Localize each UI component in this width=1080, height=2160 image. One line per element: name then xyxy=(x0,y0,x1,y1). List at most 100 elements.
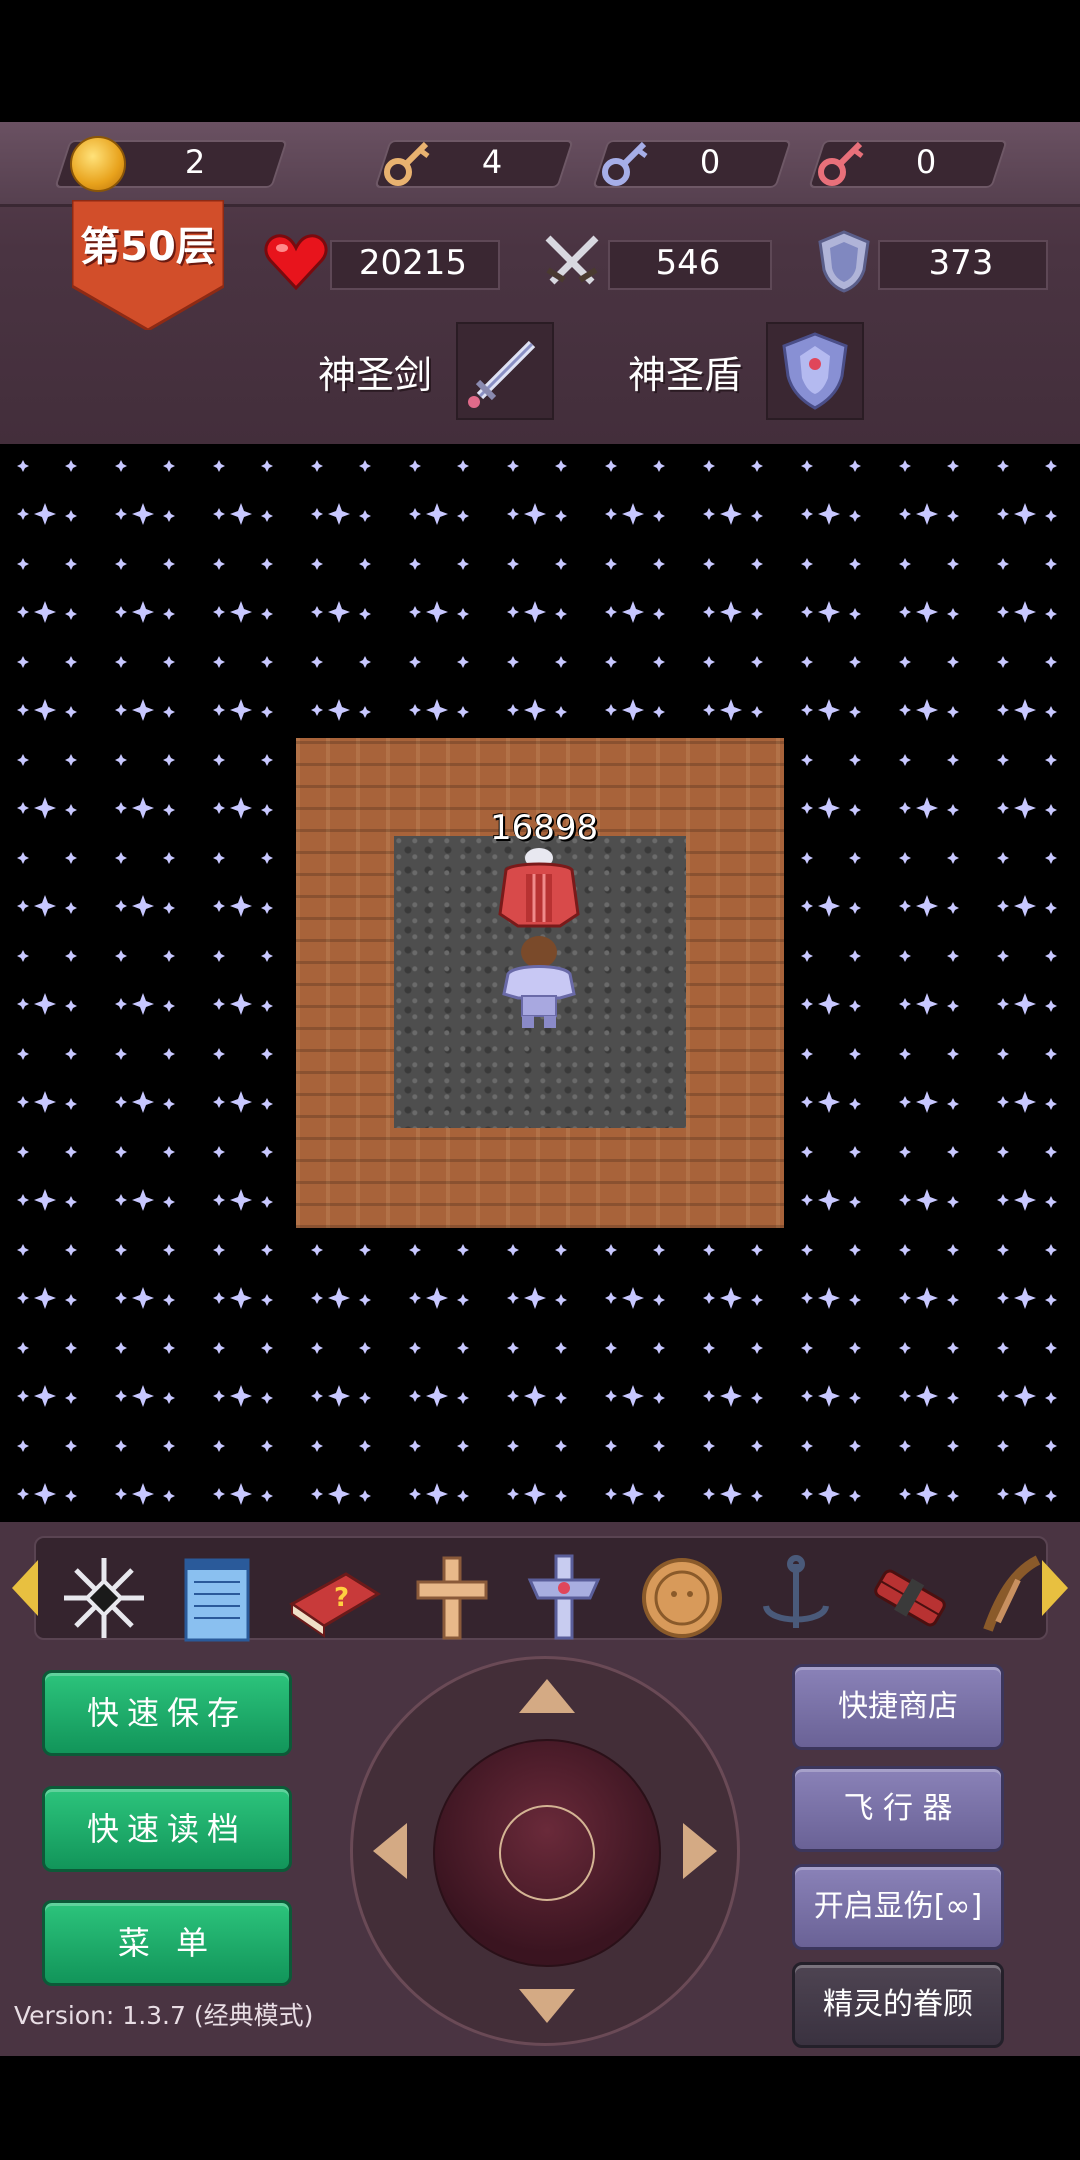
star-small xyxy=(213,1488,225,1500)
star-small xyxy=(997,1292,1009,1304)
scroll-left-arrow-icon[interactable] xyxy=(12,1560,38,1616)
star-small xyxy=(653,1392,665,1404)
star-small xyxy=(507,1292,519,1304)
star-sparkle xyxy=(230,503,252,525)
star-small xyxy=(653,1342,665,1354)
star-small xyxy=(17,1440,29,1452)
dpad-right-arrow-icon[interactable] xyxy=(683,1823,717,1879)
crystal-cross-icon[interactable] xyxy=(516,1550,612,1646)
star-small xyxy=(163,852,175,864)
star-small xyxy=(213,460,225,472)
dynamite-icon[interactable] xyxy=(862,1550,958,1646)
star-small xyxy=(457,1342,469,1354)
red-key-count: 0 xyxy=(915,143,937,181)
star-small xyxy=(507,460,519,472)
star-small xyxy=(555,460,567,472)
quick-load-button[interactable]: 快速读档 xyxy=(42,1786,292,1872)
star-small xyxy=(801,1390,813,1402)
star-small xyxy=(359,1244,371,1256)
dpad-center-ring xyxy=(499,1805,595,1901)
game-board[interactable]: 16898 xyxy=(0,444,1080,1522)
star-small xyxy=(653,1244,665,1256)
star-small xyxy=(115,1048,127,1060)
star-small xyxy=(359,510,371,522)
holy-cross-icon[interactable] xyxy=(404,1550,500,1646)
show-damage-button[interactable]: 开启显伤[∞] xyxy=(792,1864,1004,1950)
star-small xyxy=(1045,1000,1057,1012)
fairy-blessing-button[interactable]: 精灵的眷顾 xyxy=(792,1962,1004,2048)
star-sparkle xyxy=(1014,1189,1036,1211)
star-small xyxy=(801,1244,813,1256)
star-sparkle xyxy=(720,503,742,525)
star-small xyxy=(605,704,617,716)
star-small xyxy=(751,1294,763,1306)
shield-icon xyxy=(818,230,870,293)
star-sparkle xyxy=(230,993,252,1015)
star-small xyxy=(801,1292,813,1304)
star-small xyxy=(17,1244,29,1256)
dpad-center-button[interactable] xyxy=(433,1739,661,1967)
star-small xyxy=(163,1342,175,1354)
star-small xyxy=(605,1292,617,1304)
star-sparkle xyxy=(916,797,938,819)
dpad-left-arrow-icon[interactable] xyxy=(373,1823,407,1879)
star-small xyxy=(1045,656,1057,668)
red-book-icon[interactable]: ? xyxy=(286,1550,382,1646)
star-small xyxy=(457,460,469,472)
star-small xyxy=(947,608,959,620)
star-small xyxy=(947,1490,959,1502)
star-small xyxy=(163,1098,175,1110)
star-small xyxy=(899,1048,911,1060)
dpad-down-arrow-icon[interactable] xyxy=(519,1989,575,2023)
red-knight-monster[interactable] xyxy=(490,844,588,942)
star-sparkle xyxy=(524,1483,546,1505)
star-small xyxy=(997,508,1009,520)
version-text: Version: 1.3.7 (经典模式) xyxy=(14,2001,314,2030)
star-small xyxy=(947,1244,959,1256)
floor-banner: 第50层 xyxy=(72,200,224,330)
defense-value: 373 xyxy=(928,243,994,283)
star-small xyxy=(849,950,861,962)
star-small xyxy=(899,1194,911,1206)
star-small xyxy=(457,558,469,570)
star-small xyxy=(409,508,421,520)
shield-slot[interactable] xyxy=(766,322,864,420)
dpad-up-arrow-icon[interactable] xyxy=(519,1679,575,1713)
menu-button[interactable]: 菜 单 xyxy=(42,1900,292,1986)
star-sparkle xyxy=(916,1483,938,1505)
flyer-button[interactable]: 飞 行 器 xyxy=(792,1766,1004,1852)
star-sparkle xyxy=(1014,1091,1036,1113)
star-small xyxy=(703,1292,715,1304)
star-sparkle xyxy=(1014,1385,1036,1407)
star-small xyxy=(213,1292,225,1304)
star-sparkle xyxy=(34,601,56,623)
star-sparkle xyxy=(34,1091,56,1113)
star-sparkle xyxy=(1014,1287,1036,1309)
quick-shop-button[interactable]: 快捷商店 xyxy=(792,1664,1004,1750)
hero-character xyxy=(502,936,576,1028)
quick-save-button[interactable]: 快速保存 xyxy=(42,1670,292,1756)
star-small xyxy=(653,608,665,620)
star-sparkle xyxy=(426,1385,448,1407)
star-small xyxy=(213,900,225,912)
snowflake-cross-icon[interactable] xyxy=(56,1550,152,1646)
star-small xyxy=(1045,1294,1057,1306)
weapon-slot[interactable] xyxy=(456,322,554,420)
anchor-icon[interactable] xyxy=(748,1550,844,1646)
star-small xyxy=(997,802,1009,814)
star-small xyxy=(997,900,1009,912)
gold-coin-face-icon[interactable] xyxy=(634,1550,730,1646)
star-sparkle xyxy=(524,1385,546,1407)
star-small xyxy=(163,754,175,766)
notepad-icon[interactable] xyxy=(172,1550,268,1646)
star-sparkle xyxy=(1014,699,1036,721)
holy-shield-icon xyxy=(782,332,848,410)
star-small xyxy=(751,608,763,620)
direction-pad[interactable] xyxy=(350,1656,740,2046)
star-small xyxy=(65,1048,77,1060)
pickaxe-icon[interactable] xyxy=(978,1550,1074,1646)
star-small xyxy=(115,460,127,472)
star-small xyxy=(947,1000,959,1012)
star-small xyxy=(947,1146,959,1158)
star-sparkle xyxy=(818,1483,840,1505)
